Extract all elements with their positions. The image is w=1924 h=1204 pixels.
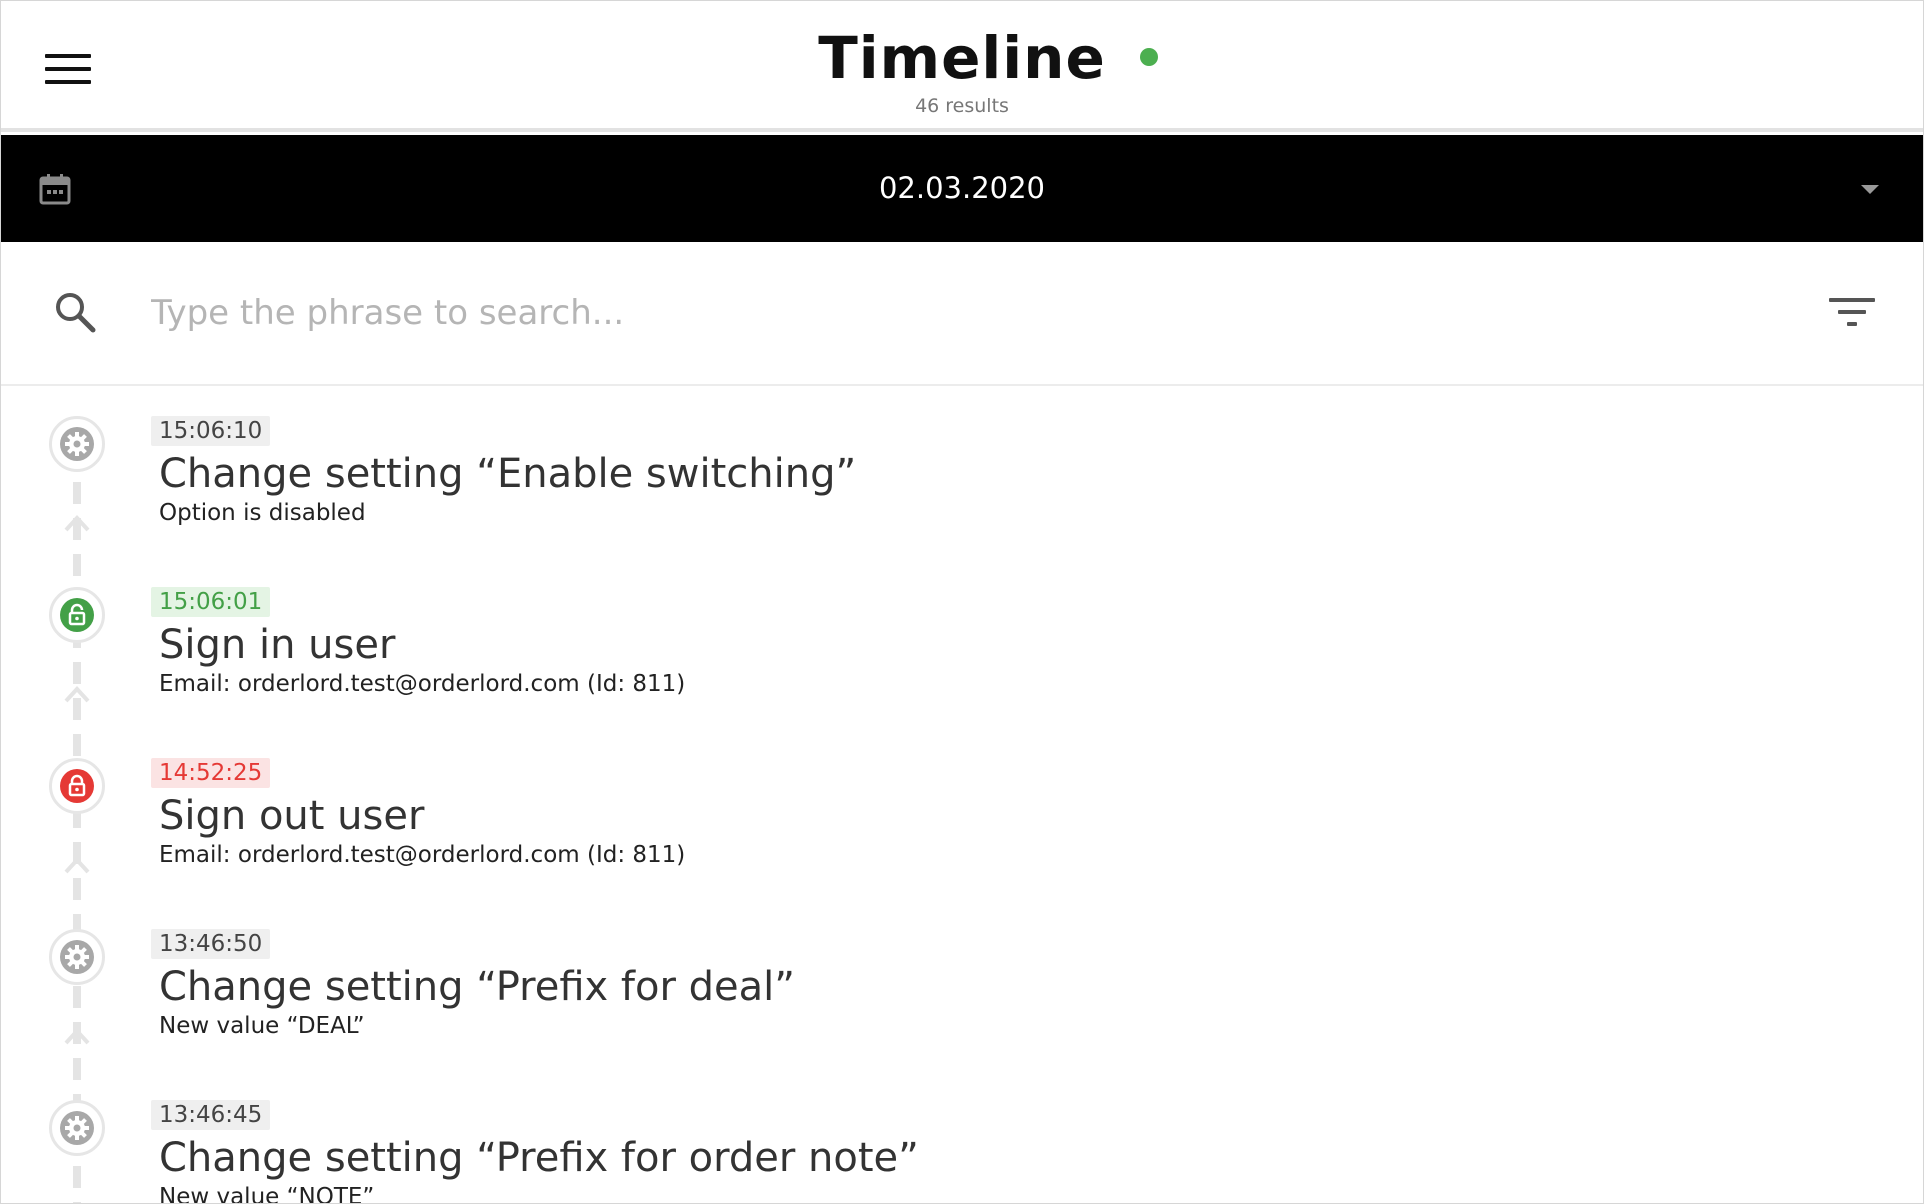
app-header: Timeline 46 results	[1, 1, 1923, 132]
filter-icon[interactable]	[1829, 294, 1875, 330]
event-description: New value “NOTE”	[159, 1184, 375, 1204]
event-time: 14:52:25	[151, 758, 271, 788]
event-title: Sign out user	[159, 793, 425, 839]
event-time: 13:46:50	[151, 929, 271, 959]
event-description: Email: orderlord.test@orderlord.com (Id:…	[159, 671, 686, 697]
date-picker[interactable]: 02.03.2020	[1, 135, 1923, 242]
event-time: 15:06:01	[151, 587, 271, 617]
timeline-item[interactable]: 14:52:25 Sign out user Email: orderlord.te…	[1, 728, 1923, 899]
event-description: New value “DEAL”	[159, 1013, 365, 1039]
timeline-item[interactable]: 13:46:45 Change setting “Prefix for order…	[1, 1070, 1923, 1204]
lock-icon	[60, 769, 94, 803]
online-status-dot	[1139, 48, 1158, 66]
event-title: Change setting “Enable switching”	[159, 451, 857, 497]
timeline-node	[49, 929, 105, 985]
chevron-up-icon	[64, 512, 90, 536]
timeline-node	[49, 416, 105, 472]
event-title: Change setting “Prefix for order note”	[159, 1135, 919, 1181]
search-input[interactable]	[149, 282, 1753, 344]
gear-icon	[60, 427, 94, 461]
event-time: 13:46:45	[151, 1100, 271, 1130]
page-title: Timeline	[818, 24, 1106, 92]
timeline-item[interactable]: 15:06:10 Change setting “Enable switching…	[1, 386, 1923, 557]
page-title-container: Timeline	[1, 23, 1923, 93]
gear-icon	[60, 1111, 94, 1145]
event-description: Option is disabled	[159, 500, 366, 526]
chevron-up-icon	[64, 854, 90, 878]
chevron-up-icon	[64, 683, 90, 707]
event-time: 15:06:10	[151, 416, 271, 446]
event-title: Sign in user	[159, 622, 396, 668]
event-description: Email: orderlord.test@orderlord.com (Id:…	[159, 842, 686, 868]
timeline-node	[49, 758, 105, 814]
timeline-item[interactable]: 15:06:01 Sign in user Email: orderlord.tes…	[1, 557, 1923, 728]
results-count: 46 results	[915, 95, 1009, 117]
selected-date[interactable]: 02.03.2020	[1, 135, 1923, 242]
timeline-item[interactable]: 13:46:50 Change setting “Prefix for deal”…	[1, 899, 1923, 1070]
timeline-node	[49, 587, 105, 643]
search-icon	[53, 290, 97, 338]
app-frame: Timeline 46 results 02.03.2020 Type the …	[0, 0, 1924, 1204]
search-bar	[1, 242, 1923, 386]
unlock-icon	[60, 598, 94, 632]
chevron-down-icon[interactable]	[1861, 185, 1879, 194]
chevron-up-icon	[64, 1025, 90, 1049]
timeline-node	[49, 1100, 105, 1156]
gear-icon	[60, 940, 94, 974]
event-title: Change setting “Prefix for deal”	[159, 964, 795, 1010]
timeline-list: 15:06:10 Change setting “Enable switching…	[1, 386, 1923, 1204]
